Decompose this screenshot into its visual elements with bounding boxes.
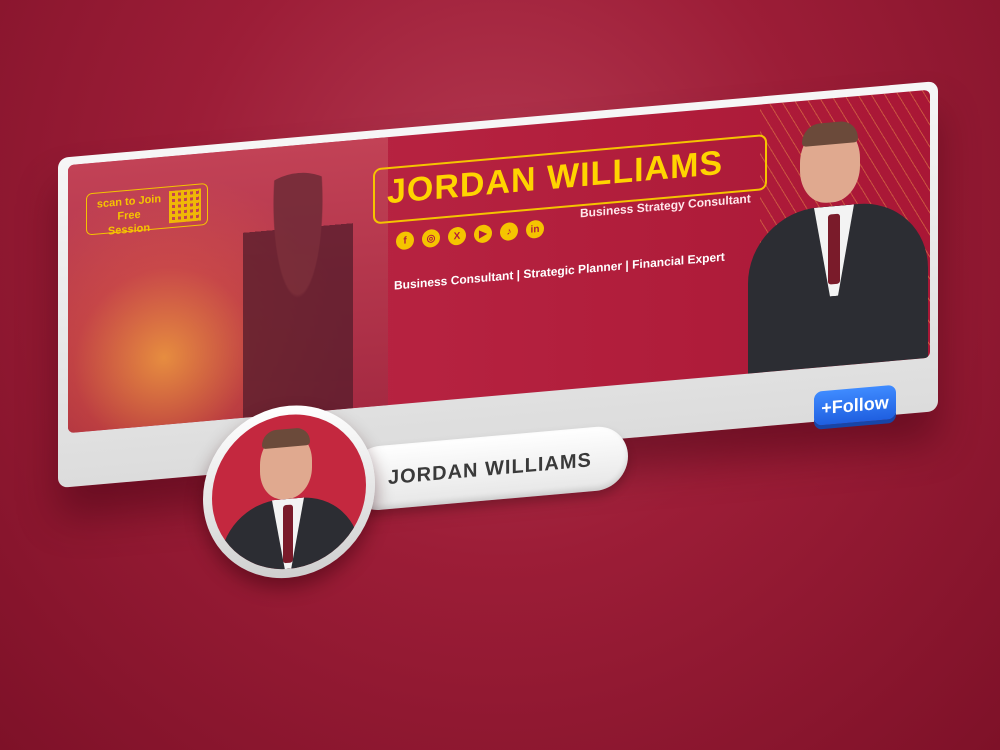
- youtube-icon[interactable]: ▶: [474, 224, 492, 244]
- qr-label: scan to Join Free Session: [96, 192, 162, 238]
- profile-name: JORDAN WILLIAMS: [388, 449, 592, 490]
- profile-card-frame: scan to Join Free Session JORDAN WILLIAM…: [58, 81, 938, 586]
- instagram-icon[interactable]: ◎: [422, 228, 440, 249]
- linkedin-icon[interactable]: in: [526, 219, 544, 240]
- x-icon[interactable]: X: [448, 226, 466, 246]
- tiktok-icon[interactable]: ♪: [500, 221, 518, 242]
- avatar[interactable]: [212, 408, 366, 576]
- banner-roles: Business Consultant | Strategic Planner …: [394, 249, 725, 293]
- facebook-icon[interactable]: f: [396, 230, 414, 251]
- follow-button[interactable]: +Follow: [814, 384, 896, 426]
- profile-cover-mockup: scan to Join Free Session JORDAN WILLIAM…: [0, 0, 1000, 750]
- banner-portrait: [748, 110, 928, 374]
- profile-card: scan to Join Free Session JORDAN WILLIAM…: [58, 81, 938, 488]
- banner-name-box: JORDAN WILLIAMS: [373, 133, 767, 225]
- cover-banner: scan to Join Free Session JORDAN WILLIAM…: [68, 89, 930, 434]
- qr-code-icon[interactable]: [169, 188, 201, 224]
- speaker-silhouette: [243, 168, 353, 418]
- social-icons: f ◎ X ▶ ♪ in: [396, 219, 544, 251]
